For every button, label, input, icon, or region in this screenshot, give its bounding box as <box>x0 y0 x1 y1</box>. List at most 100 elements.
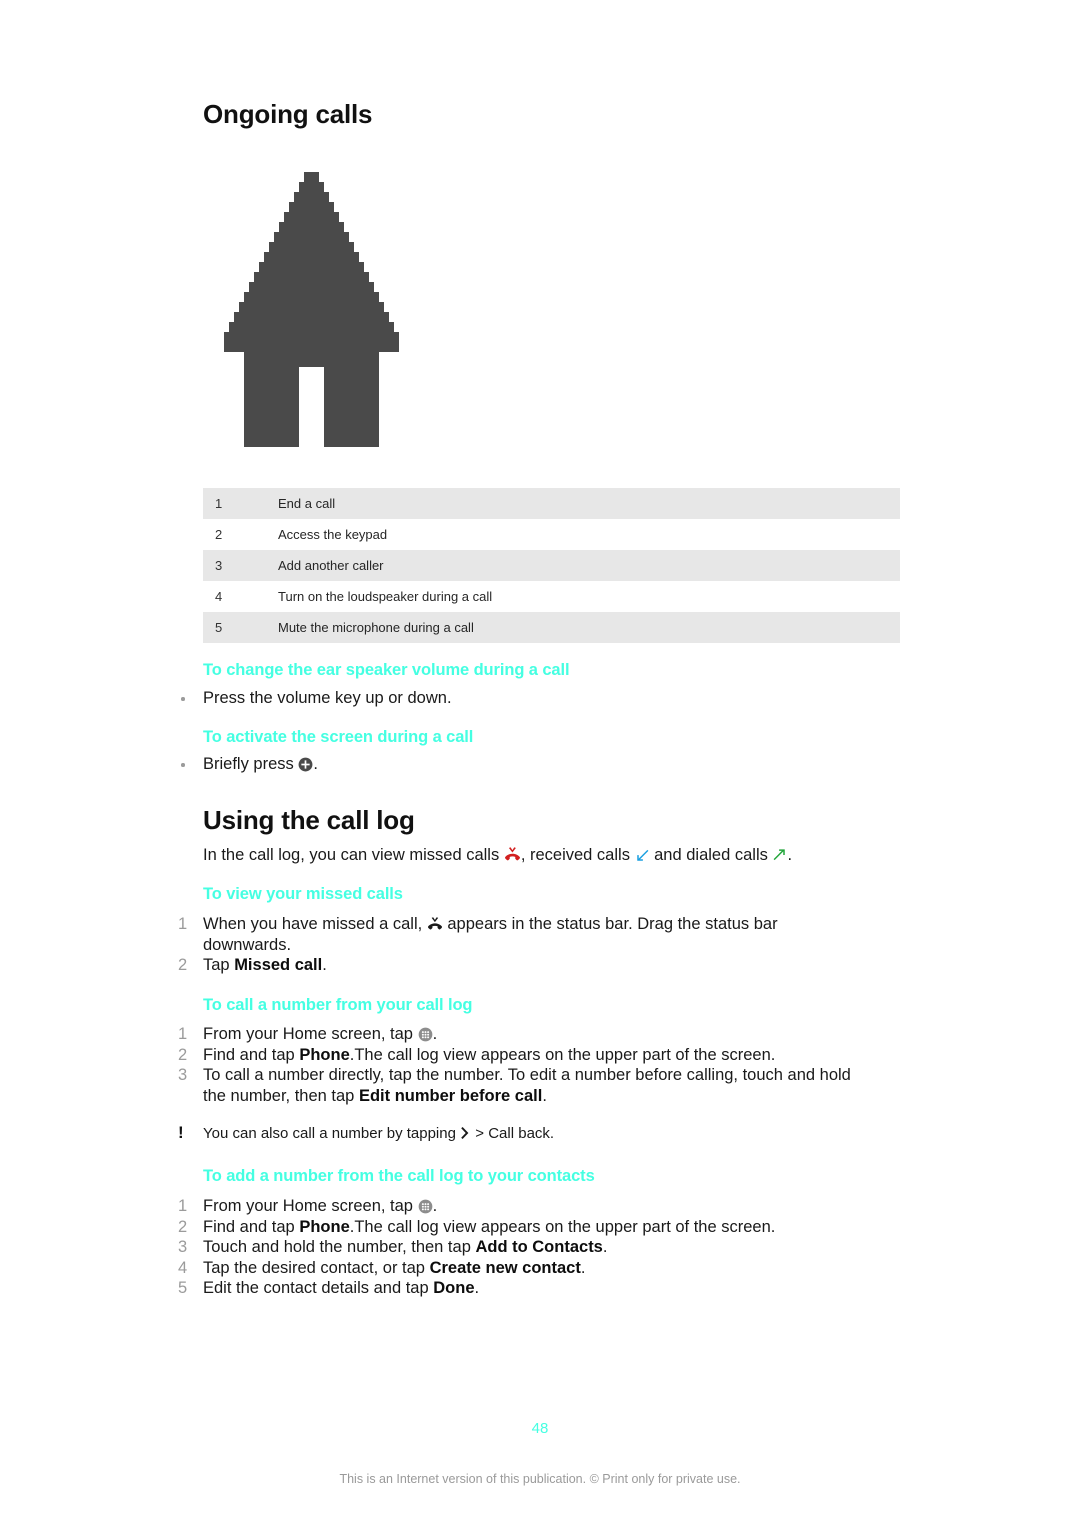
list-item: 1 From your Home screen, tap . <box>170 1024 870 1045</box>
bullet-icon <box>181 697 185 701</box>
received-call-arrow-icon <box>635 848 650 863</box>
procedure-list-view-missed-calls: 1 When you have missed a call, appears in… <box>170 914 870 976</box>
list-item-text-post: . <box>542 1086 547 1105</box>
list-item-text-pre: Find and tap <box>203 1217 300 1236</box>
list-item-text-pre: Tap <box>203 956 235 974</box>
table-row: 3 Add another caller <box>203 550 900 581</box>
legend-description: Access the keypad <box>278 519 900 550</box>
list-item-number: 1 <box>178 915 188 933</box>
list-item-text-pre: Tap the desired contact, or tap <box>203 1258 430 1277</box>
page-number: 48 <box>531 1420 549 1437</box>
bullet-icon <box>181 763 185 767</box>
table-row: 1 End a call <box>203 488 900 519</box>
legend-description: Turn on the loudspeaker during a call <box>278 581 900 612</box>
table-row: 2 Access the keypad <box>203 519 900 550</box>
list-item-text-pre: Briefly press <box>203 755 299 773</box>
list-item-number: 5 <box>178 1279 188 1297</box>
table-row: 5 Mute the microphone during a call <box>203 612 900 643</box>
list-item: 3 Touch and hold the number, then tap Add… <box>170 1237 870 1258</box>
section-heading-using-call-log: Using the call log <box>203 805 415 835</box>
list-item: Briefly press . <box>170 754 870 775</box>
list-item-number: 2 <box>178 1217 188 1236</box>
list-item: 2 Tap Missed call. <box>170 955 870 976</box>
procedure-list-activate-screen: Briefly press . <box>170 754 870 775</box>
ui-label-phone: Phone <box>299 1045 350 1064</box>
list-item: Press the volume key up or down. <box>170 688 870 709</box>
callout-legend-table: 1 End a call 2 Access the keypad 3 Add a… <box>203 488 900 643</box>
legend-number: 1 <box>203 488 278 519</box>
footer-copyright-note: This is an Internet version of this publ… <box>339 1472 741 1486</box>
power-plus-button-icon <box>298 757 313 772</box>
tip-text-pre: You can also call a number by tapping <box>203 1125 461 1142</box>
list-item-text-post: . <box>474 1279 480 1297</box>
ui-label-add-to-contacts: Add to Contacts <box>475 1238 603 1256</box>
legend-number: 2 <box>203 519 278 550</box>
legend-description: Add another caller <box>278 550 900 581</box>
legend-number: 3 <box>203 550 278 581</box>
intro-text-a: In the call log, you can view missed cal… <box>203 846 504 864</box>
section-heading-ongoing-calls: Ongoing calls <box>203 99 373 129</box>
procedure-list-change-volume: Press the volume key up or down. <box>170 688 870 709</box>
legend-number: 4 <box>203 581 278 612</box>
list-item-text-post: . <box>432 1197 438 1215</box>
list-item-text-post: . <box>322 956 327 974</box>
list-item-text-pre: From your Home screen, tap <box>203 1025 418 1043</box>
list-item-number: 3 <box>178 1238 188 1256</box>
missed-call-status-icon <box>427 917 443 932</box>
list-item: 3 To call a number directly, tap the numb… <box>170 1065 870 1106</box>
app-drawer-icon <box>418 1199 433 1214</box>
list-item: 5 Edit the contact details and tap Done. <box>170 1278 870 1299</box>
list-item-text-post: . <box>580 1258 586 1277</box>
ui-label-missed-call: Missed call <box>234 956 323 974</box>
list-item-text-post: . <box>432 1025 438 1043</box>
procedure-list-call-number-from-log: 1 From your Home screen, tap . 2 Find and … <box>170 1024 870 1106</box>
chevron-right-icon <box>460 1126 471 1140</box>
list-item-text-a: When you have missed a call, <box>203 915 427 933</box>
list-item-text-pre: Find and tap <box>203 1045 300 1064</box>
list-item-number: 4 <box>178 1258 188 1277</box>
list-item-number: 1 <box>178 1197 188 1215</box>
list-item: 2 Find and tap Phone.The call log view ap… <box>170 1217 870 1238</box>
tip-text-post: > Call back. <box>471 1125 555 1142</box>
list-item-number: 2 <box>178 1045 188 1064</box>
list-item-text-post: . <box>313 755 318 773</box>
ui-label-phone: Phone <box>299 1217 350 1236</box>
intro-text-d: . <box>787 846 793 864</box>
ui-label-done: Done <box>433 1279 475 1297</box>
list-item-text: Press the volume key up or down. <box>203 689 452 707</box>
list-item-number: 3 <box>178 1066 188 1084</box>
intro-text-c: and dialed calls <box>649 846 773 864</box>
ui-label-create-new-contact: Create new contact <box>429 1258 581 1277</box>
procedure-heading-change-volume: To change the ear speaker volume during … <box>203 661 570 679</box>
procedure-heading-call-number-from-log: To call a number from your call log <box>203 996 473 1014</box>
tip-callout: ! You can also call a number by tapping >… <box>170 1123 903 1144</box>
legend-description: Mute the microphone during a call <box>278 612 900 643</box>
list-item-text-pre: Edit the contact details and tap <box>203 1279 434 1297</box>
list-item: 1 From your Home screen, tap . <box>170 1196 870 1217</box>
procedure-heading-view-missed-calls: To view your missed calls <box>203 885 403 903</box>
call-log-intro-paragraph: In the call log, you can view missed cal… <box>203 845 903 866</box>
list-item-number: 1 <box>178 1025 188 1043</box>
app-drawer-icon <box>418 1027 433 1042</box>
list-item: 4 Tap the desired contact, or tap Create … <box>170 1258 870 1279</box>
procedure-heading-add-number-to-contacts: To add a number from the call log to you… <box>203 1167 595 1185</box>
table-row: 4 Turn on the loudspeaker during a call <box>203 581 900 612</box>
procedure-list-add-number-to-contacts: 1 From your Home screen, tap . 2 Find and … <box>170 1196 870 1299</box>
list-item-text-post: . <box>602 1238 608 1256</box>
legend-number: 5 <box>203 612 278 643</box>
ui-label-edit-number-before-call: Edit number before call <box>358 1086 543 1105</box>
list-item-text-post: .The call log view appears on the upper … <box>349 1045 776 1064</box>
list-item-text-pre: From your Home screen, tap <box>203 1197 418 1215</box>
list-item-text-pre: Touch and hold the number, then tap <box>203 1238 476 1256</box>
document-page: Ongoing calls 1 End a call 2 Access the … <box>0 0 1080 1527</box>
dialed-call-arrow-icon <box>772 848 787 863</box>
list-item-number: 2 <box>178 956 188 974</box>
missed-call-icon <box>504 847 521 863</box>
list-item: 2 Find and tap Phone.The call log view ap… <box>170 1045 870 1066</box>
list-item-text-post: .The call log view appears on the upper … <box>349 1217 776 1236</box>
list-item: 1 When you have missed a call, appears in… <box>170 914 870 955</box>
legend-description: End a call <box>278 488 900 519</box>
pixelated-up-arrow-illustration <box>214 167 404 447</box>
procedure-heading-activate-screen: To activate the screen during a call <box>203 728 474 746</box>
exclamation-icon: ! <box>178 1123 184 1142</box>
